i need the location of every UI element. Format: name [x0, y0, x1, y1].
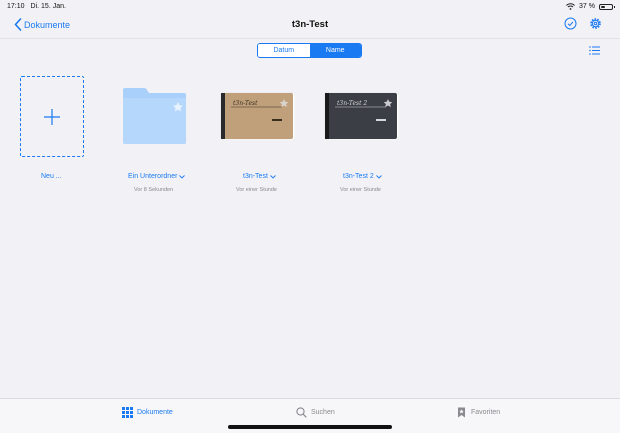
sort-segmented-control: Datum Name [257, 43, 362, 58]
status-date: Di. 15. Jan. [30, 3, 66, 10]
status-bar: 17:10 Di. 15. Jan. 37 % [0, 0, 620, 13]
notebook-label-text: t3n-Test 2 [343, 173, 374, 180]
header-divider [0, 38, 620, 39]
select-checkmark-icon[interactable] [564, 17, 577, 30]
notebook-label-t3n-test-2[interactable]: t3n-Test 2 [343, 173, 382, 180]
page-title: t3n-Test [291, 19, 329, 30]
new-document-label-text: Neu ... [41, 173, 62, 180]
tab-search-label: Suchen [311, 409, 335, 416]
tab-favorites[interactable]: Favoriten [456, 407, 500, 418]
sort-option-date[interactable]: Datum [258, 44, 310, 57]
gear-icon[interactable] [589, 17, 602, 30]
home-indicator[interactable] [228, 425, 392, 429]
list-view-icon[interactable] [589, 46, 600, 55]
notebook-cover-t3n-test[interactable]: t3n-Test [220, 92, 295, 140]
cover-title: t3n-Test 2 [337, 100, 367, 107]
cover-title: t3n-Test [233, 100, 258, 107]
tab-search[interactable]: Suchen [296, 407, 335, 418]
notebook-label-text: t3n-Test [243, 173, 268, 180]
search-icon [296, 407, 307, 418]
status-time: 17:10 [7, 3, 25, 10]
tab-favorites-label: Favoriten [471, 409, 501, 416]
folder-label[interactable]: Ein Unterordner [128, 173, 186, 180]
navigation-bar: Dokumente t3n-Test [0, 13, 620, 38]
folder-icon[interactable] [122, 87, 187, 145]
bookmark-icon [458, 407, 465, 418]
notebook-label-t3n-test[interactable]: t3n-Test [243, 173, 276, 180]
tab-documents[interactable]: Dokumente [122, 407, 173, 418]
wifi-icon [566, 3, 575, 10]
grid-icon [122, 407, 133, 418]
notebook-timestamp: Vor einer Stunde [340, 187, 381, 193]
new-document-button[interactable] [20, 76, 84, 157]
battery-icon [599, 3, 615, 10]
notebook-cover-t3n-test-2[interactable]: t3n-Test 2 [324, 92, 399, 140]
battery-percent: 37 % [579, 3, 595, 10]
new-document-label[interactable]: Neu ... [41, 173, 62, 180]
folder-timestamp: Vor 8 Sekunden [134, 187, 174, 193]
notebook-timestamp: Vor einer Stunde [236, 187, 277, 193]
chevron-down-icon [375, 174, 382, 179]
folder-label-text: Ein Unterordner [128, 173, 178, 180]
chevron-down-icon [179, 174, 186, 179]
battery-level [601, 5, 605, 8]
chevron-down-icon [270, 174, 276, 179]
plus-icon [44, 108, 60, 125]
sort-option-name[interactable]: Name [309, 44, 361, 57]
tab-documents-label: Dokumente [137, 409, 173, 416]
